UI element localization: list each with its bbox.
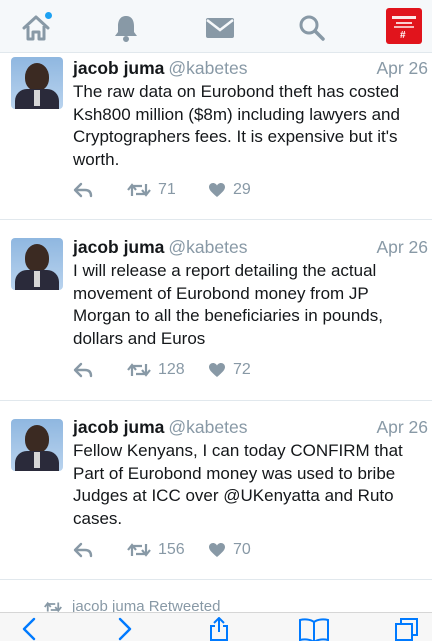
tweet-actions: 156 70 bbox=[73, 538, 423, 562]
retweet-button[interactable]: 128 bbox=[127, 358, 185, 382]
share-icon bbox=[210, 617, 228, 641]
chevron-left-icon bbox=[22, 617, 36, 641]
retweet-count: 128 bbox=[158, 361, 185, 378]
reply-icon bbox=[73, 362, 93, 378]
like-count: 70 bbox=[233, 541, 251, 558]
browser-toolbar bbox=[0, 612, 432, 641]
heart-icon bbox=[209, 543, 225, 557]
avatar[interactable] bbox=[11, 57, 63, 109]
tweet[interactable]: jacob juma @kabetes Apr 26 The raw data o… bbox=[0, 53, 432, 220]
retweet-icon bbox=[127, 543, 151, 557]
tweet-text: The raw data on Eurobond theft has coste… bbox=[73, 82, 400, 169]
heart-icon bbox=[209, 183, 225, 197]
reply-button[interactable] bbox=[73, 358, 93, 382]
retweet-button[interactable]: 71 bbox=[127, 178, 176, 202]
tweet-author-handle[interactable]: @kabetes bbox=[168, 58, 247, 78]
retweet-count: 156 bbox=[158, 541, 185, 558]
tweet-date: Apr 26 bbox=[376, 237, 428, 257]
tweet-actions: 128 72 bbox=[73, 358, 423, 382]
book-icon bbox=[299, 618, 329, 641]
tweet-date: Apr 26 bbox=[376, 417, 428, 437]
reply-button[interactable] bbox=[73, 178, 93, 202]
tweet[interactable]: jacob juma @kabetes Apr 26 Fellow Kenyans… bbox=[0, 401, 432, 580]
tweet-author-handle[interactable]: @kabetes bbox=[168, 417, 247, 437]
tweet-author-name[interactable]: jacob juma bbox=[73, 58, 164, 78]
home-tab[interactable] bbox=[16, 8, 56, 48]
retweet-count: 71 bbox=[158, 181, 176, 198]
like-count: 72 bbox=[233, 361, 251, 378]
chevron-right-icon bbox=[118, 617, 132, 641]
new-content-dot bbox=[45, 12, 52, 19]
avatar[interactable] bbox=[11, 419, 63, 471]
bell-icon bbox=[115, 16, 137, 42]
tweet[interactable]: jacob juma @kabetes Apr 26 I will release… bbox=[0, 220, 432, 401]
like-button[interactable]: 70 bbox=[208, 538, 251, 562]
envelope-icon bbox=[206, 18, 234, 38]
search-icon bbox=[299, 15, 325, 41]
tweet-author-name[interactable]: jacob juma bbox=[73, 237, 164, 257]
retweet-button[interactable]: 156 bbox=[127, 538, 185, 562]
share-button[interactable] bbox=[204, 617, 234, 641]
profile-tab[interactable]: # bbox=[386, 8, 422, 44]
reply-icon bbox=[73, 542, 93, 558]
timeline: jacob juma @kabetes Apr 26 The raw data o… bbox=[0, 53, 432, 580]
back-button[interactable] bbox=[14, 617, 44, 641]
search-tab[interactable] bbox=[292, 8, 332, 48]
tweet-date: Apr 26 bbox=[376, 58, 428, 78]
tabs-button[interactable] bbox=[392, 617, 422, 641]
bookmarks-button[interactable] bbox=[296, 617, 332, 641]
reply-icon bbox=[73, 182, 93, 198]
like-button[interactable]: 29 bbox=[208, 178, 251, 202]
retweet-icon bbox=[127, 363, 151, 377]
top-nav-bar: # bbox=[0, 0, 432, 53]
tweet-author-name[interactable]: jacob juma bbox=[73, 417, 164, 437]
avatar[interactable] bbox=[11, 238, 63, 290]
heart-icon bbox=[209, 363, 225, 377]
tweet-actions: 71 29 bbox=[73, 178, 423, 202]
tweet-text: Fellow Kenyans, I can today CONFIRM that… bbox=[73, 441, 403, 528]
messages-tab[interactable] bbox=[200, 8, 240, 48]
reply-button[interactable] bbox=[73, 538, 93, 562]
like-count: 29 bbox=[233, 181, 251, 198]
forward-button[interactable] bbox=[110, 617, 140, 641]
like-button[interactable]: 72 bbox=[208, 358, 251, 382]
tweet-author-handle[interactable]: @kabetes bbox=[168, 237, 247, 257]
notifications-tab[interactable] bbox=[106, 8, 146, 48]
tabs-icon bbox=[395, 618, 418, 641]
tweet-text: I will release a report detailing the ac… bbox=[73, 261, 383, 348]
retweet-icon bbox=[44, 601, 62, 612]
profile-avatar: # bbox=[386, 8, 422, 44]
retweet-icon bbox=[127, 183, 151, 197]
